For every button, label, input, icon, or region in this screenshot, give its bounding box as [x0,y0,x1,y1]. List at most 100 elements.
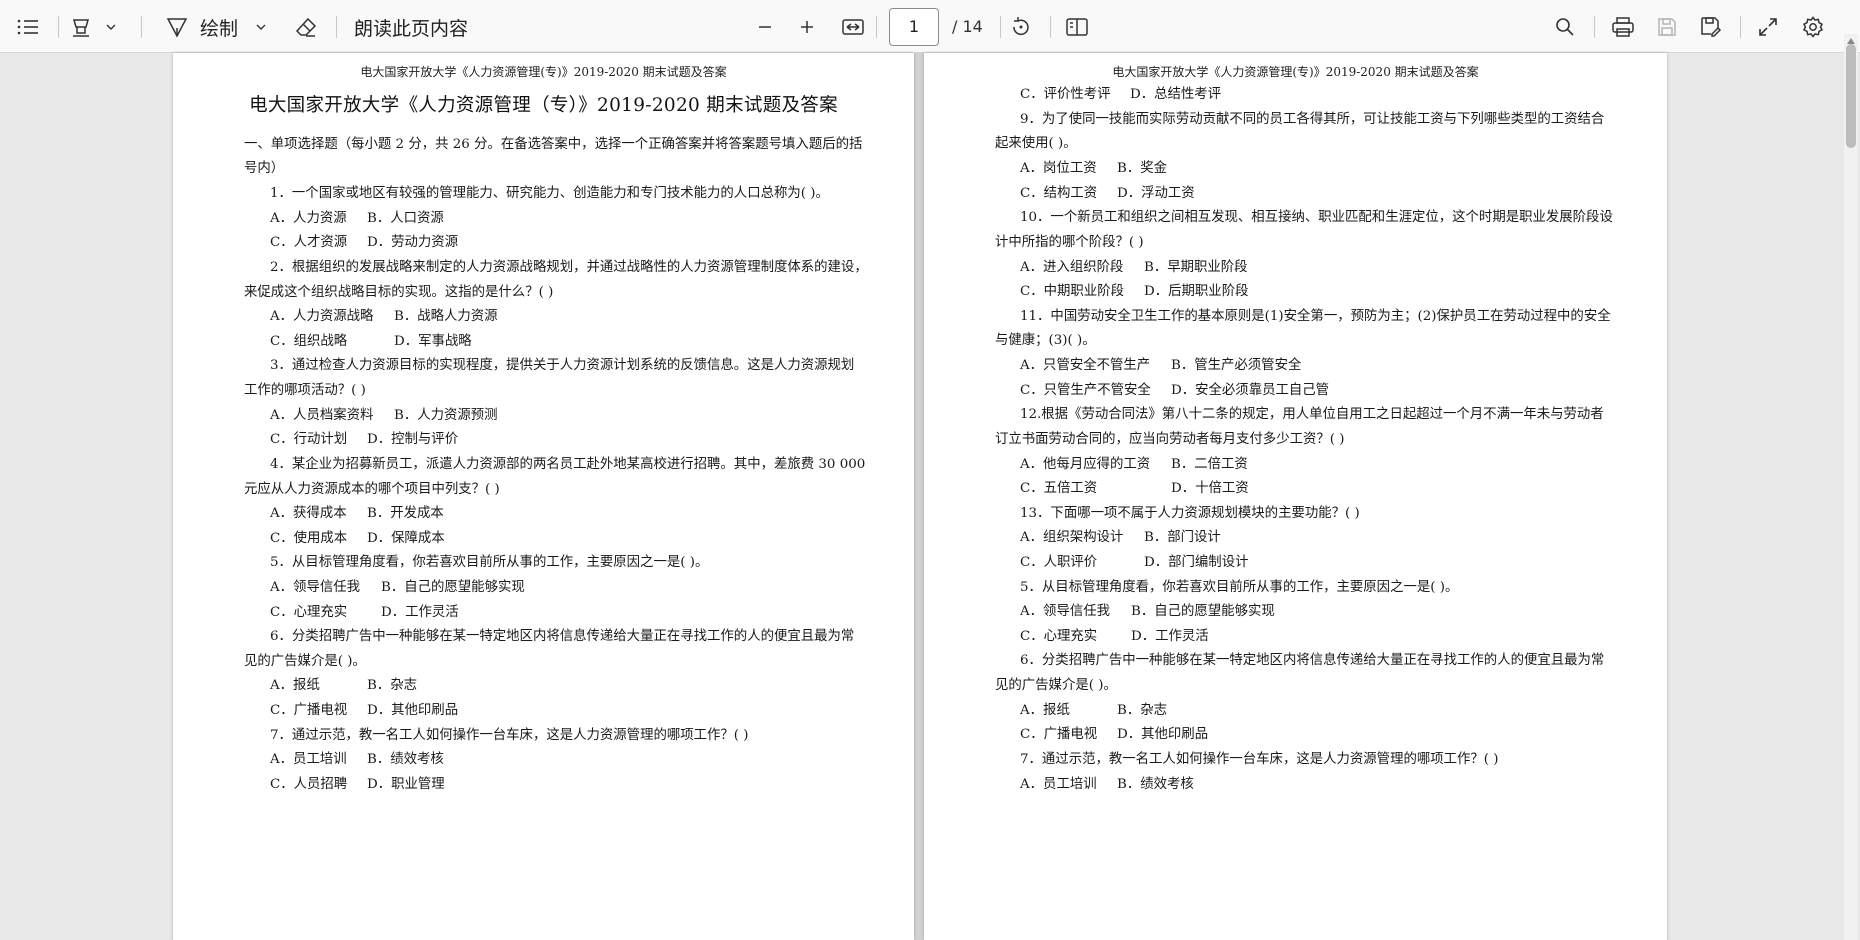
question-text: 与健康；(3)( )。 [995,333,1096,348]
option: B．管生产必须管安全 [1171,358,1302,373]
running-header: 电大国家开放大学《人力资源管理(专)》2019-2020 期末试题及答案 [360,65,727,79]
option: C．组织战略 [270,334,348,349]
page-gutter [914,53,924,940]
option: D．控制与评价 [367,432,459,447]
option: D．总结性考评 [1130,87,1222,102]
option: C．人职评价 [1020,555,1098,570]
option: C．结构工资 [1020,186,1098,201]
eraser-icon[interactable] [293,14,319,40]
option: B．早期职业阶段 [1144,260,1248,275]
option: D．军事战略 [394,334,472,349]
question-text: 见的广告媒介是( )。 [995,678,1117,693]
option: B．二倍工资 [1171,457,1248,472]
question-text: 9．为了使同一技能而实际劳动贡献不同的员工各得其所，可让技能工资与下列哪些类型的… [1020,112,1605,127]
draw-icon[interactable] [164,14,190,40]
question-text: 起来使用( )。 [995,136,1077,151]
vertical-scrollbar[interactable] [1844,34,1858,940]
option: A．报纸 [1020,703,1070,718]
highlight-icon[interactable] [68,14,94,40]
toolbar-divider [1050,16,1051,38]
zoom-in-icon[interactable] [794,14,820,40]
option: B．战略人力资源 [394,309,498,324]
save-as-icon[interactable] [1698,14,1724,40]
search-icon[interactable] [1552,14,1578,40]
read-aloud-button[interactable]: 朗读此页内容 [354,14,468,40]
question-text: 2．根据组织的发展战略来制定的人力资源战略规划，并通过战略性的人力资源管理制度体… [270,260,868,275]
question-text: 5．从目标管理角度看，你若喜欢目前所从事的工作，主要原因之一是( )。 [1020,580,1459,595]
rotate-icon[interactable] [1008,14,1034,40]
option: A．领导信任我 [1020,604,1111,619]
section-heading: 号内） [244,161,285,176]
option: C．中期职业阶段 [1020,284,1124,299]
option: A．人员档案资料 [270,408,374,423]
option: B．杂志 [1117,703,1168,718]
fullscreen-icon[interactable] [1755,14,1781,40]
print-icon[interactable] [1610,14,1636,40]
page-view-icon[interactable] [1064,14,1090,40]
draw-options-chevron-down-icon[interactable] [254,20,268,34]
question-text: 12.根据《劳动合同法》第八十二条的规定，用人单位自用工之日起超过一个月不满一年… [1020,407,1604,422]
option: D．其他印刷品 [1117,727,1209,742]
question-text: 5．从目标管理角度看，你若喜欢目前所从事的工作，主要原因之一是( )。 [270,555,709,570]
question-text: 工作的哪项活动？( ) [244,383,366,398]
question-text: 4．某企业为招募新员工，派遣人力资源部的两名员工赴外地某高校进行招聘。其中，差旅… [270,457,866,472]
page-total-label: / 14 [952,17,983,36]
pdf-page-1: 电大国家开放大学《人力资源管理(专)》2019-2020 期末试题及答案 电大国… [173,53,914,940]
question-text: 13．下面哪一项不属于人力资源规划模块的主要功能？( ) [1020,506,1360,521]
option: D．工作灵活 [381,605,459,620]
option: C．只管生产不管安全 [1020,383,1151,398]
option: C．行动计划 [270,432,348,447]
option: A．进入组织阶段 [1020,260,1124,275]
save-icon [1654,14,1680,40]
option: D．浮动工资 [1117,186,1195,201]
toolbar-divider [1594,16,1595,38]
option: A．获得成本 [270,506,347,521]
option: B．开发成本 [367,506,444,521]
option: A．员工培训 [270,752,347,767]
highlight-options-chevron-down-icon[interactable] [104,20,118,34]
pdf-page-2: 电大国家开放大学《人力资源管理(专)》2019-2020 期末试题及答案 C．评… [924,53,1667,940]
option: B．自己的愿望能够实现 [1131,604,1275,619]
toolbar-divider [876,16,877,38]
option: C．广播电视 [270,703,348,718]
question-text: 10．一个新员工和组织之间相互发现、相互接纳、职业匹配和生涯定位，这个时期是职业… [1020,210,1613,225]
option: D．十倍工资 [1171,481,1249,496]
option: A．人力资源战略 [270,309,374,324]
option: A．岗位工资 [1020,161,1097,176]
option: A．他每月应得的工资 [1020,457,1151,472]
draw-label[interactable]: 绘制 [200,14,238,40]
scrollbar-thumb[interactable] [1846,44,1856,148]
document-title: 电大国家开放大学《人力资源管理（专）》2019-2020 期末试题及答案 [249,95,838,116]
toolbar-divider [1740,16,1741,38]
option: D．劳动力资源 [367,235,459,250]
option: D．其他印刷品 [367,703,459,718]
zoom-out-icon[interactable] [752,14,778,40]
question-text: 7．通过示范，教一名工人如何操作一台车床，这是人力资源管理的哪项工作？( ) [270,728,749,743]
option: C．心理充实 [1020,629,1098,644]
option: A．员工培训 [1020,777,1097,792]
option: C．人才资源 [270,235,348,250]
option: C．评价性考评 [1020,87,1111,102]
option: C．使用成本 [270,531,348,546]
option: B．绩效考核 [367,752,444,767]
running-header: 电大国家开放大学《人力资源管理(专)》2019-2020 期末试题及答案 [1112,65,1479,79]
option: D．工作灵活 [1131,629,1209,644]
option: D．部门编制设计 [1144,555,1249,570]
question-text: 见的广告媒介是( )。 [244,654,366,669]
option: B．绩效考核 [1117,777,1194,792]
question-text: 来促成这个组织战略目标的实现。这指的是什么？( ) [244,285,554,300]
toolbar-divider [1000,16,1001,38]
question-text: 订立书面劳动合同的，应当向劳动者每月支付多少工资？( ) [995,432,1345,447]
fit-to-width-icon[interactable] [840,14,866,40]
option: C．广播电视 [1020,727,1098,742]
question-text: 7．通过示范，教一名工人如何操作一台车床，这是人力资源管理的哪项工作？( ) [1020,752,1499,767]
question-text: 计中所指的哪个阶段？( ) [995,235,1144,250]
table-of-contents-icon[interactable] [14,14,42,40]
section-heading: 一、单项选择题（每小题 2 分，共 26 分。在备选答案中，选择一个正确答案并将… [244,137,863,152]
option: B．自己的愿望能够实现 [381,580,525,595]
question-text: 6．分类招聘广告中一种能够在某一特定地区内将信息传递给大量正在寻找工作的人的便宜… [1020,653,1605,668]
page-number-input[interactable]: 1 [889,8,939,46]
question-text: 6．分类招聘广告中一种能够在某一特定地区内将信息传递给大量正在寻找工作的人的便宜… [270,629,855,644]
settings-gear-icon[interactable] [1800,14,1826,40]
option: B．部门设计 [1144,530,1221,545]
